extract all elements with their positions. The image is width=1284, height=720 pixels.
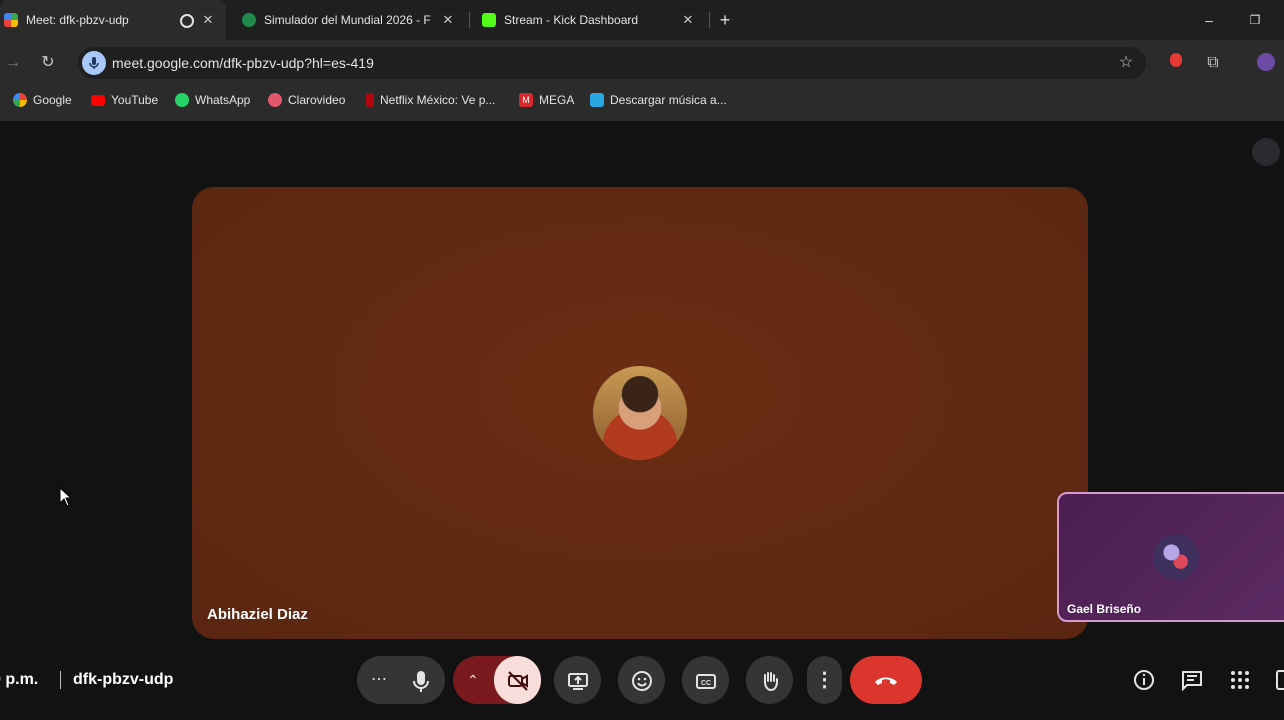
participant-avatar: [593, 366, 687, 460]
more-options-button[interactable]: ⋯: [357, 656, 445, 704]
kick-icon: [482, 13, 496, 27]
bookmark-label: Google: [33, 93, 72, 107]
netflix-icon: [366, 93, 374, 107]
participant-name: Abihaziel Diaz: [207, 606, 308, 623]
profile-avatar[interactable]: [1256, 53, 1276, 73]
meeting-code: dfk-pbzv-udp: [73, 671, 174, 688]
bookmark-mega[interactable]: M MEGA: [519, 92, 574, 108]
tab-strip: Meet: dfk-pbzv-udp ✕ Simulador del Mundi…: [0, 0, 1284, 40]
toolbar-bottom: [0, 114, 1284, 121]
mega-icon: M: [519, 93, 533, 107]
self-avatar: [1153, 534, 1199, 580]
bookmark-label: Netflix México: Ve p...: [380, 93, 496, 107]
tab-title: Stream - Kick Dashboard: [504, 13, 639, 27]
bookmarks-bar: Google YouTube WhatsApp Clarovideo Netfl…: [0, 86, 1284, 114]
bookmark-google[interactable]: Google: [13, 92, 72, 108]
meet-icon: [4, 13, 18, 27]
reactions-button[interactable]: [618, 656, 665, 704]
google-icon: [13, 93, 27, 107]
captions-button[interactable]: CC: [682, 656, 729, 704]
minimize-icon[interactable]: –: [1199, 10, 1219, 30]
more-vert-icon: ⋮: [814, 669, 835, 691]
chat-icon[interactable]: [1180, 668, 1204, 692]
apps-icon[interactable]: [1228, 668, 1252, 692]
browser-toolbar: → ↻ meet.google.com/dfk-pbzv-udp?hl=es-4…: [0, 40, 1284, 86]
info-icon[interactable]: [1132, 668, 1156, 692]
tab-simulador[interactable]: Simulador del Mundial 2026 - F ✕: [232, 0, 466, 40]
close-tab-icon[interactable]: ✕: [440, 12, 456, 28]
bookmark-label: WhatsApp: [195, 93, 251, 107]
present-icon: [567, 672, 588, 690]
present-button[interactable]: [554, 656, 601, 704]
bookmark-youtube[interactable]: YouTube: [91, 92, 158, 108]
bookmark-netflix[interactable]: Netflix México: Ve p...: [366, 92, 495, 108]
whatsapp-icon: [175, 93, 189, 107]
globe-icon: [242, 13, 256, 27]
camera-off-icon: [507, 671, 528, 691]
corner-avatar[interactable]: [1252, 138, 1280, 166]
bookmark-whatsapp[interactable]: WhatsApp: [175, 92, 250, 108]
new-tab-icon[interactable]: +: [715, 10, 735, 30]
more-actions-button[interactable]: ⋮: [807, 656, 842, 704]
mic-site-icon[interactable]: [82, 51, 106, 75]
divider: [60, 671, 61, 689]
extensions-puzzle-icon[interactable]: ⧉: [1203, 53, 1223, 73]
bookmark-clarovideo[interactable]: Clarovideo: [268, 92, 345, 108]
mic-icon: [411, 656, 431, 705]
clarovideo-icon: [268, 93, 282, 107]
address-bar[interactable]: meet.google.com/dfk-pbzv-udp?hl=es-419 ☆: [78, 47, 1146, 79]
camera-off-button[interactable]: [494, 656, 541, 704]
tab-kick[interactable]: Stream - Kick Dashboard ✕: [472, 0, 706, 40]
bookmark-descargar[interactable]: Descargar música a...: [590, 92, 727, 108]
close-tab-icon[interactable]: ✕: [680, 12, 696, 28]
emoji-icon: [631, 670, 652, 691]
bookmark-label: Descargar música a...: [610, 93, 727, 107]
lock-icon[interactable]: [1276, 670, 1284, 690]
forward-icon[interactable]: →: [3, 53, 23, 73]
close-tab-icon[interactable]: ✕: [200, 12, 216, 28]
reload-icon[interactable]: ↻: [38, 53, 58, 73]
bookmark-label: Clarovideo: [288, 93, 346, 107]
bookmark-label: MEGA: [539, 93, 575, 107]
extension-red-icon[interactable]: [1166, 53, 1186, 73]
tab-meet[interactable]: Meet: dfk-pbzv-udp ✕: [0, 0, 226, 40]
end-call-icon: [875, 677, 897, 685]
raise-hand-button[interactable]: [746, 656, 793, 704]
mouse-cursor-icon: [59, 486, 73, 512]
meeting-time: 9 p.m.: [0, 671, 39, 688]
captions-icon: CC: [695, 673, 716, 689]
more-options-icon: ⋯: [371, 671, 387, 688]
recording-icon: [180, 14, 194, 28]
tab-title: Meet: dfk-pbzv-udp: [26, 13, 129, 27]
url-text: meet.google.com/dfk-pbzv-udp?hl=es-419: [112, 55, 374, 71]
youtube-icon: [91, 94, 105, 106]
self-participant-name: Gael Briseño: [1067, 602, 1142, 616]
leave-call-button[interactable]: [850, 656, 922, 704]
download-icon: [590, 93, 604, 107]
svg-text:CC: CC: [700, 680, 710, 687]
bookmark-label: YouTube: [111, 93, 159, 107]
raise-hand-icon: [763, 671, 778, 691]
tab-title: Simulador del Mundial 2026 - F: [264, 13, 431, 27]
bookmark-star-icon[interactable]: ☆: [1116, 53, 1136, 73]
restore-icon[interactable]: ❐: [1245, 10, 1265, 30]
chevron-up-icon: ⌃: [467, 672, 479, 688]
